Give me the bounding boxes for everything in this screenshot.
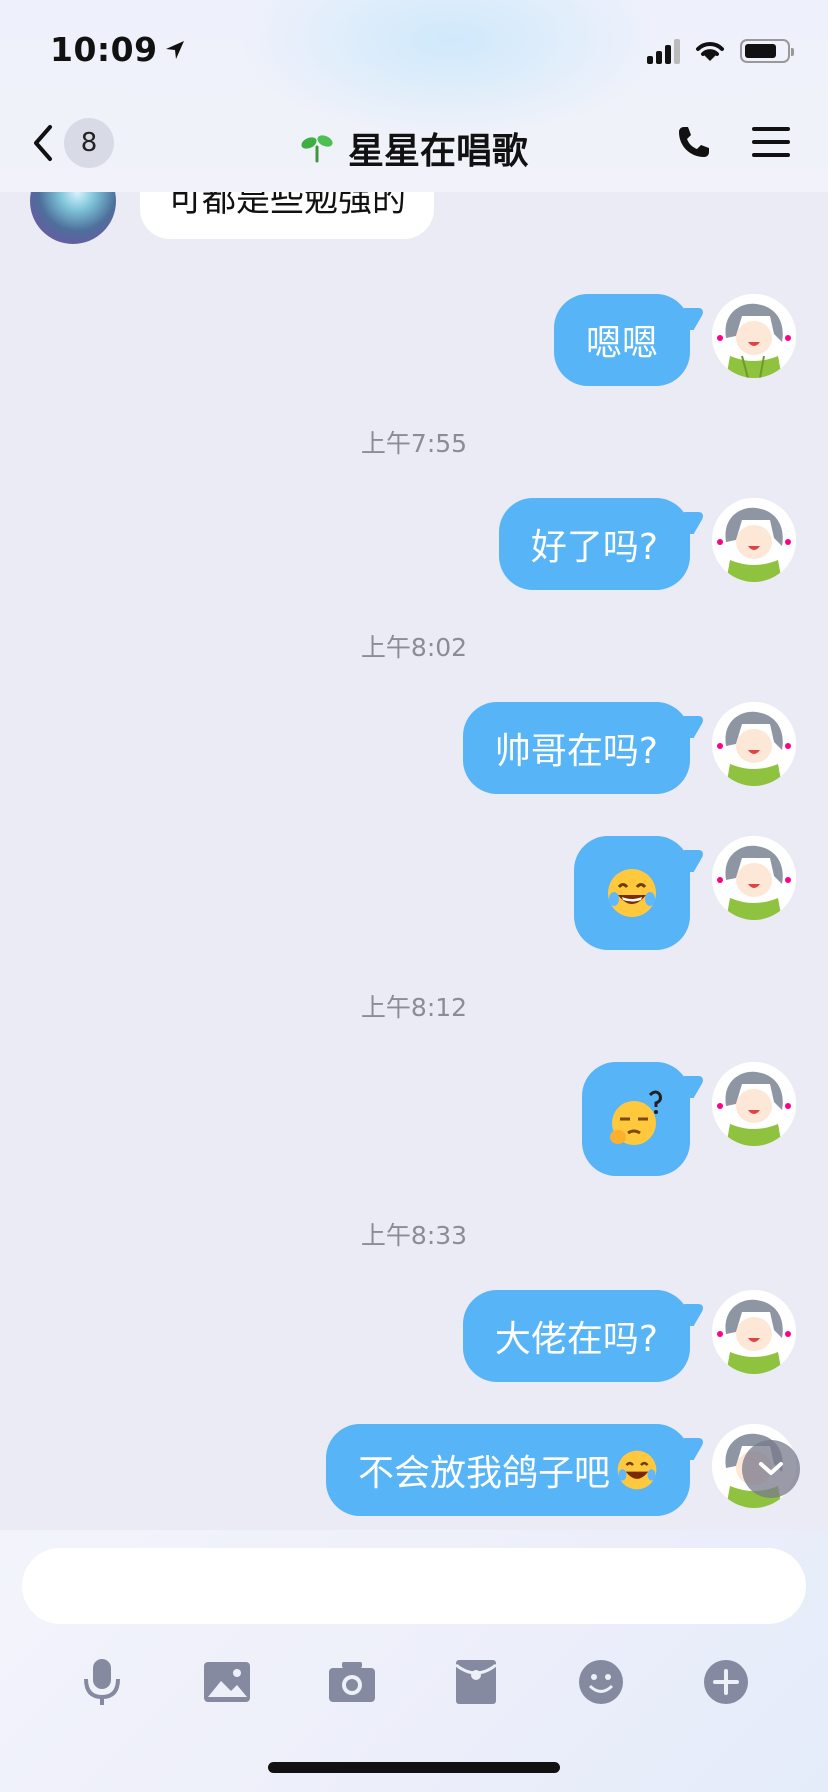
peer-avatar[interactable]	[30, 192, 116, 244]
message-row: 不会放我鸽子吧	[325, 1424, 796, 1516]
image-icon	[203, 1662, 250, 1702]
message-row	[582, 1062, 796, 1176]
voice-button[interactable]	[74, 1654, 130, 1710]
message-bubble[interactable]: 帅哥在吗?	[462, 702, 690, 794]
avatar[interactable]	[712, 1062, 796, 1146]
avatar[interactable]	[712, 836, 796, 920]
message-row: 嗯嗯	[553, 294, 796, 386]
sleepy-question-emoji-icon	[610, 1090, 662, 1145]
wifi-icon	[696, 42, 724, 61]
message-row	[574, 836, 796, 950]
header-actions	[676, 124, 790, 160]
menu-icon[interactable]	[752, 125, 790, 159]
chat-list[interactable]: 可都是些勉强的 嗯嗯 上午7:55 好了吗? 上午8:02 帅哥在吗? 上午8:…	[0, 192, 828, 1530]
message-bubble[interactable]	[574, 836, 690, 950]
status-time-text: 10:09	[50, 30, 158, 69]
avatar[interactable]	[712, 294, 796, 378]
header: 10:09 8 星星在唱歌	[0, 0, 828, 192]
message-input[interactable]	[22, 1548, 806, 1624]
timestamp: 上午8:02	[360, 633, 468, 662]
camera-button[interactable]	[324, 1654, 380, 1710]
avatar[interactable]	[712, 702, 796, 786]
message-bubble[interactable]: 不会放我鸽子吧	[325, 1424, 690, 1516]
message-bubble[interactable]: 嗯嗯	[553, 294, 690, 386]
scroll-to-bottom-button[interactable]	[742, 1440, 800, 1498]
peer-bubble[interactable]: 可都是些勉强的	[140, 192, 434, 239]
camera-icon	[328, 1662, 375, 1702]
message-text: 不会放我鸽子吧	[357, 1453, 610, 1494]
self-avatar-image	[712, 836, 796, 920]
battery-icon	[740, 39, 794, 63]
sprout-icon	[301, 135, 333, 163]
laughing-tears-emoji-icon	[608, 869, 656, 917]
peer-message: 可都是些勉强的	[30, 192, 434, 244]
timestamp: 上午8:12	[360, 993, 468, 1022]
composer-bar	[0, 1530, 828, 1792]
laughing-tears-emoji-icon	[617, 1450, 657, 1490]
avatar[interactable]	[712, 498, 796, 582]
more-button[interactable]	[698, 1654, 754, 1710]
message-bubble[interactable]: 大佬在吗?	[462, 1290, 690, 1382]
location-arrow-icon	[165, 40, 184, 59]
toolbar	[0, 1654, 828, 1710]
self-avatar-image	[712, 702, 796, 786]
status-icons	[647, 38, 794, 64]
red-packet-button[interactable]	[448, 1654, 504, 1710]
signal-icon	[647, 38, 680, 64]
mic-icon	[84, 1659, 121, 1705]
phone-icon[interactable]	[676, 124, 712, 160]
self-avatar-image	[712, 294, 796, 378]
plus-icon	[703, 1660, 748, 1704]
chevron-down-icon	[759, 1462, 783, 1475]
self-avatar-image	[712, 1062, 796, 1146]
message-bubble[interactable]: 好了吗?	[498, 498, 690, 590]
timestamp: 上午8:33	[360, 1221, 468, 1250]
photo-button[interactable]	[199, 1654, 255, 1710]
message-row: 帅哥在吗?	[462, 702, 796, 794]
message-row: 好了吗?	[498, 498, 796, 590]
avatar[interactable]	[712, 1290, 796, 1374]
red-packet-icon	[455, 1660, 498, 1704]
home-indicator	[268, 1762, 560, 1773]
self-avatar-image	[712, 1290, 796, 1374]
message-row: 大佬在吗?	[462, 1290, 796, 1382]
timestamp: 上午7:55	[360, 429, 468, 458]
chat-title-text: 星星在唱歌	[347, 131, 528, 172]
emoji-icon	[578, 1660, 623, 1704]
message-bubble[interactable]	[582, 1062, 690, 1176]
self-avatar-image	[712, 498, 796, 582]
emoji-button[interactable]	[573, 1654, 629, 1710]
status-time: 10:09	[50, 30, 186, 69]
